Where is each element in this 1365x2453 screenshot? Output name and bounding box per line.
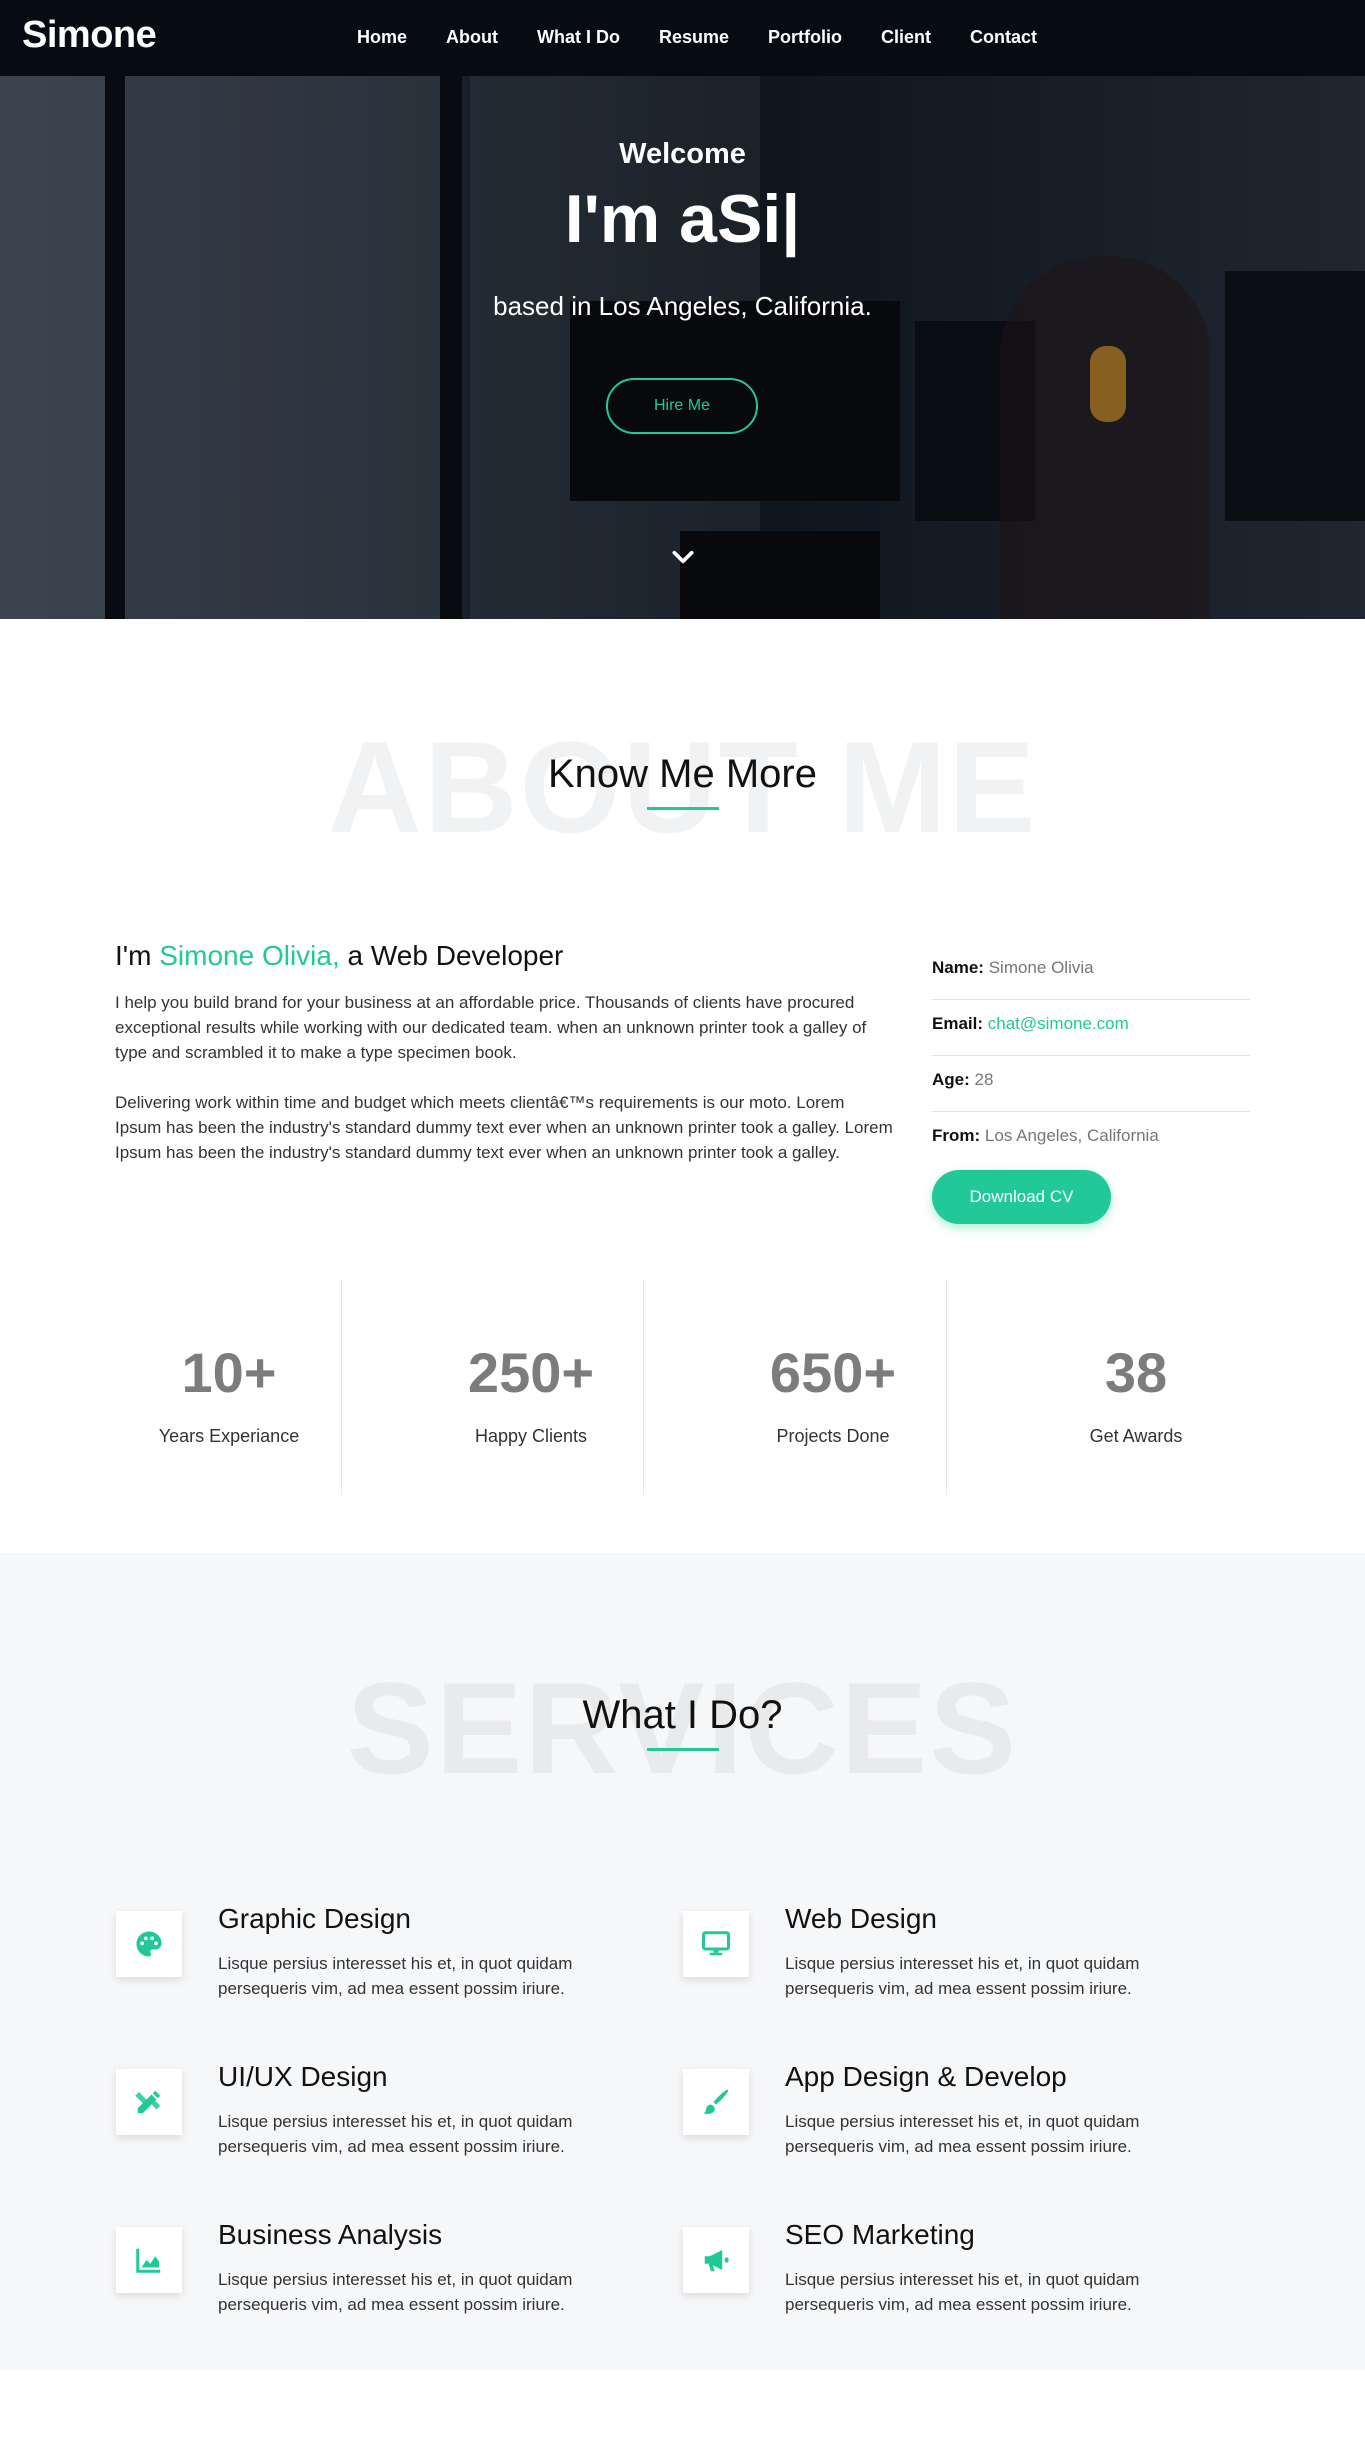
stat-awards: 38 Get Awards: [985, 1280, 1287, 1495]
services-title-underline: [647, 1748, 719, 1751]
stat-label: Happy Clients: [474, 1426, 588, 1446]
hire-me-button[interactable]: Hire Me: [606, 378, 758, 434]
nav-about[interactable]: About: [446, 27, 498, 48]
nav-portfolio[interactable]: Portfolio: [768, 27, 842, 48]
chart-area-icon: [116, 2227, 182, 2293]
info-age-label: Age:: [932, 1070, 970, 1089]
stat-label: Years Experiance: [158, 1426, 300, 1446]
nav-client[interactable]: Client: [881, 27, 931, 48]
service-title: Business Analysis: [218, 2219, 443, 2250]
nav-contact[interactable]: Contact: [970, 27, 1037, 48]
services-section: SERVICES What I Do? Graphic Design Lisqu…: [0, 1553, 1365, 2370]
info-from-row: From: Los Angeles, California: [932, 1112, 1250, 1168]
about-heading-name: Simone Olivia,: [159, 940, 340, 971]
stat-number: 250+: [467, 1341, 595, 1404]
about-paragraph-1: I help you build brand for your business…: [115, 993, 867, 1062]
pencil-ruler-icon: [116, 2069, 182, 2135]
info-email-row: Email: chat@simone.com: [932, 1000, 1250, 1056]
services-title: What I Do?: [582, 1693, 783, 1737]
stat-number: 10+: [181, 1341, 277, 1404]
bullhorn-icon: [683, 2227, 749, 2293]
service-title: App Design & Develop: [785, 2061, 1067, 2092]
top-navbar: Simone Home About What I Do Resume Portf…: [0, 0, 1365, 76]
stat-divider: [946, 1280, 947, 1495]
hero-section: Welcome I'm aSi| based in Los Angeles, C…: [0, 76, 1365, 619]
brand-logo[interactable]: Simone: [22, 14, 157, 57]
info-from-value: Los Angeles, California: [984, 1126, 1159, 1145]
service-description: Lisque persius interesset his et, in quo…: [218, 2270, 573, 2314]
service-title: UI/UX Design: [218, 2061, 388, 2092]
desktop-icon: [683, 1911, 749, 1977]
about-heading-prefix: I'm: [115, 940, 160, 971]
info-email-link[interactable]: chat@simone.com: [988, 1014, 1129, 1033]
service-description: Lisque persius interesset his et, in quo…: [785, 1954, 1140, 1998]
palette-icon: [116, 1911, 182, 1977]
services-section-title: SERVICES What I Do?: [0, 1663, 1365, 1793]
nav-what-i-do[interactable]: What I Do: [537, 27, 620, 48]
stat-label: Projects Done: [776, 1426, 890, 1446]
info-age-row: Age: 28: [932, 1056, 1250, 1112]
stat-years: 10+ Years Experiance: [78, 1280, 380, 1495]
stat-number: 38: [1104, 1341, 1168, 1404]
hero-typed-text: I'm aSi|: [564, 181, 801, 257]
service-title: Graphic Design: [218, 1903, 411, 1934]
stat-number: 650+: [769, 1341, 897, 1404]
main-menu: Home About What I Do Resume Portfolio Cl…: [357, 27, 1076, 48]
info-name-value: Simone Olivia: [988, 958, 1094, 977]
info-name-row: Name: Simone Olivia: [932, 944, 1250, 1000]
about-section-title: ABOUT ME Know Me More: [0, 722, 1365, 852]
stat-divider: [643, 1280, 644, 1495]
service-description: Lisque persius interesset his et, in quo…: [785, 2270, 1140, 2314]
info-age-value: 28: [974, 1070, 994, 1089]
info-email-label: Email:: [932, 1014, 984, 1033]
stat-label: Get Awards: [1089, 1426, 1183, 1446]
service-title: SEO Marketing: [785, 2219, 975, 2250]
info-from-label: From:: [932, 1126, 981, 1145]
chevron-down-icon[interactable]: [670, 544, 696, 570]
info-name-label: Name:: [932, 958, 984, 977]
stat-projects: 650+ Projects Done: [682, 1280, 984, 1495]
hero-location: based in Los Angeles, California.: [493, 291, 872, 321]
paint-brush-icon: [683, 2069, 749, 2135]
service-description: Lisque persius interesset his et, in quo…: [785, 2112, 1140, 2156]
about-title: Know Me More: [548, 752, 817, 796]
about-heading-suffix: a Web Developer: [339, 940, 564, 971]
hero-welcome: Welcome: [619, 138, 746, 170]
service-description: Lisque persius interesset his et, in quo…: [218, 1954, 573, 1998]
download-cv-button[interactable]: Download CV: [932, 1170, 1111, 1224]
service-description: Lisque persius interesset his et, in quo…: [218, 2112, 573, 2156]
nav-home[interactable]: Home: [357, 27, 407, 48]
about-title-underline: [647, 807, 719, 810]
stat-clients: 250+ Happy Clients: [380, 1280, 682, 1495]
nav-resume[interactable]: Resume: [659, 27, 729, 48]
service-title: Web Design: [785, 1903, 938, 1934]
about-heading: I'm Simone Olivia, a Web Developer: [115, 940, 563, 972]
stat-divider: [341, 1280, 342, 1495]
about-paragraph-2: Delivering work within time and budget w…: [115, 1093, 893, 1162]
